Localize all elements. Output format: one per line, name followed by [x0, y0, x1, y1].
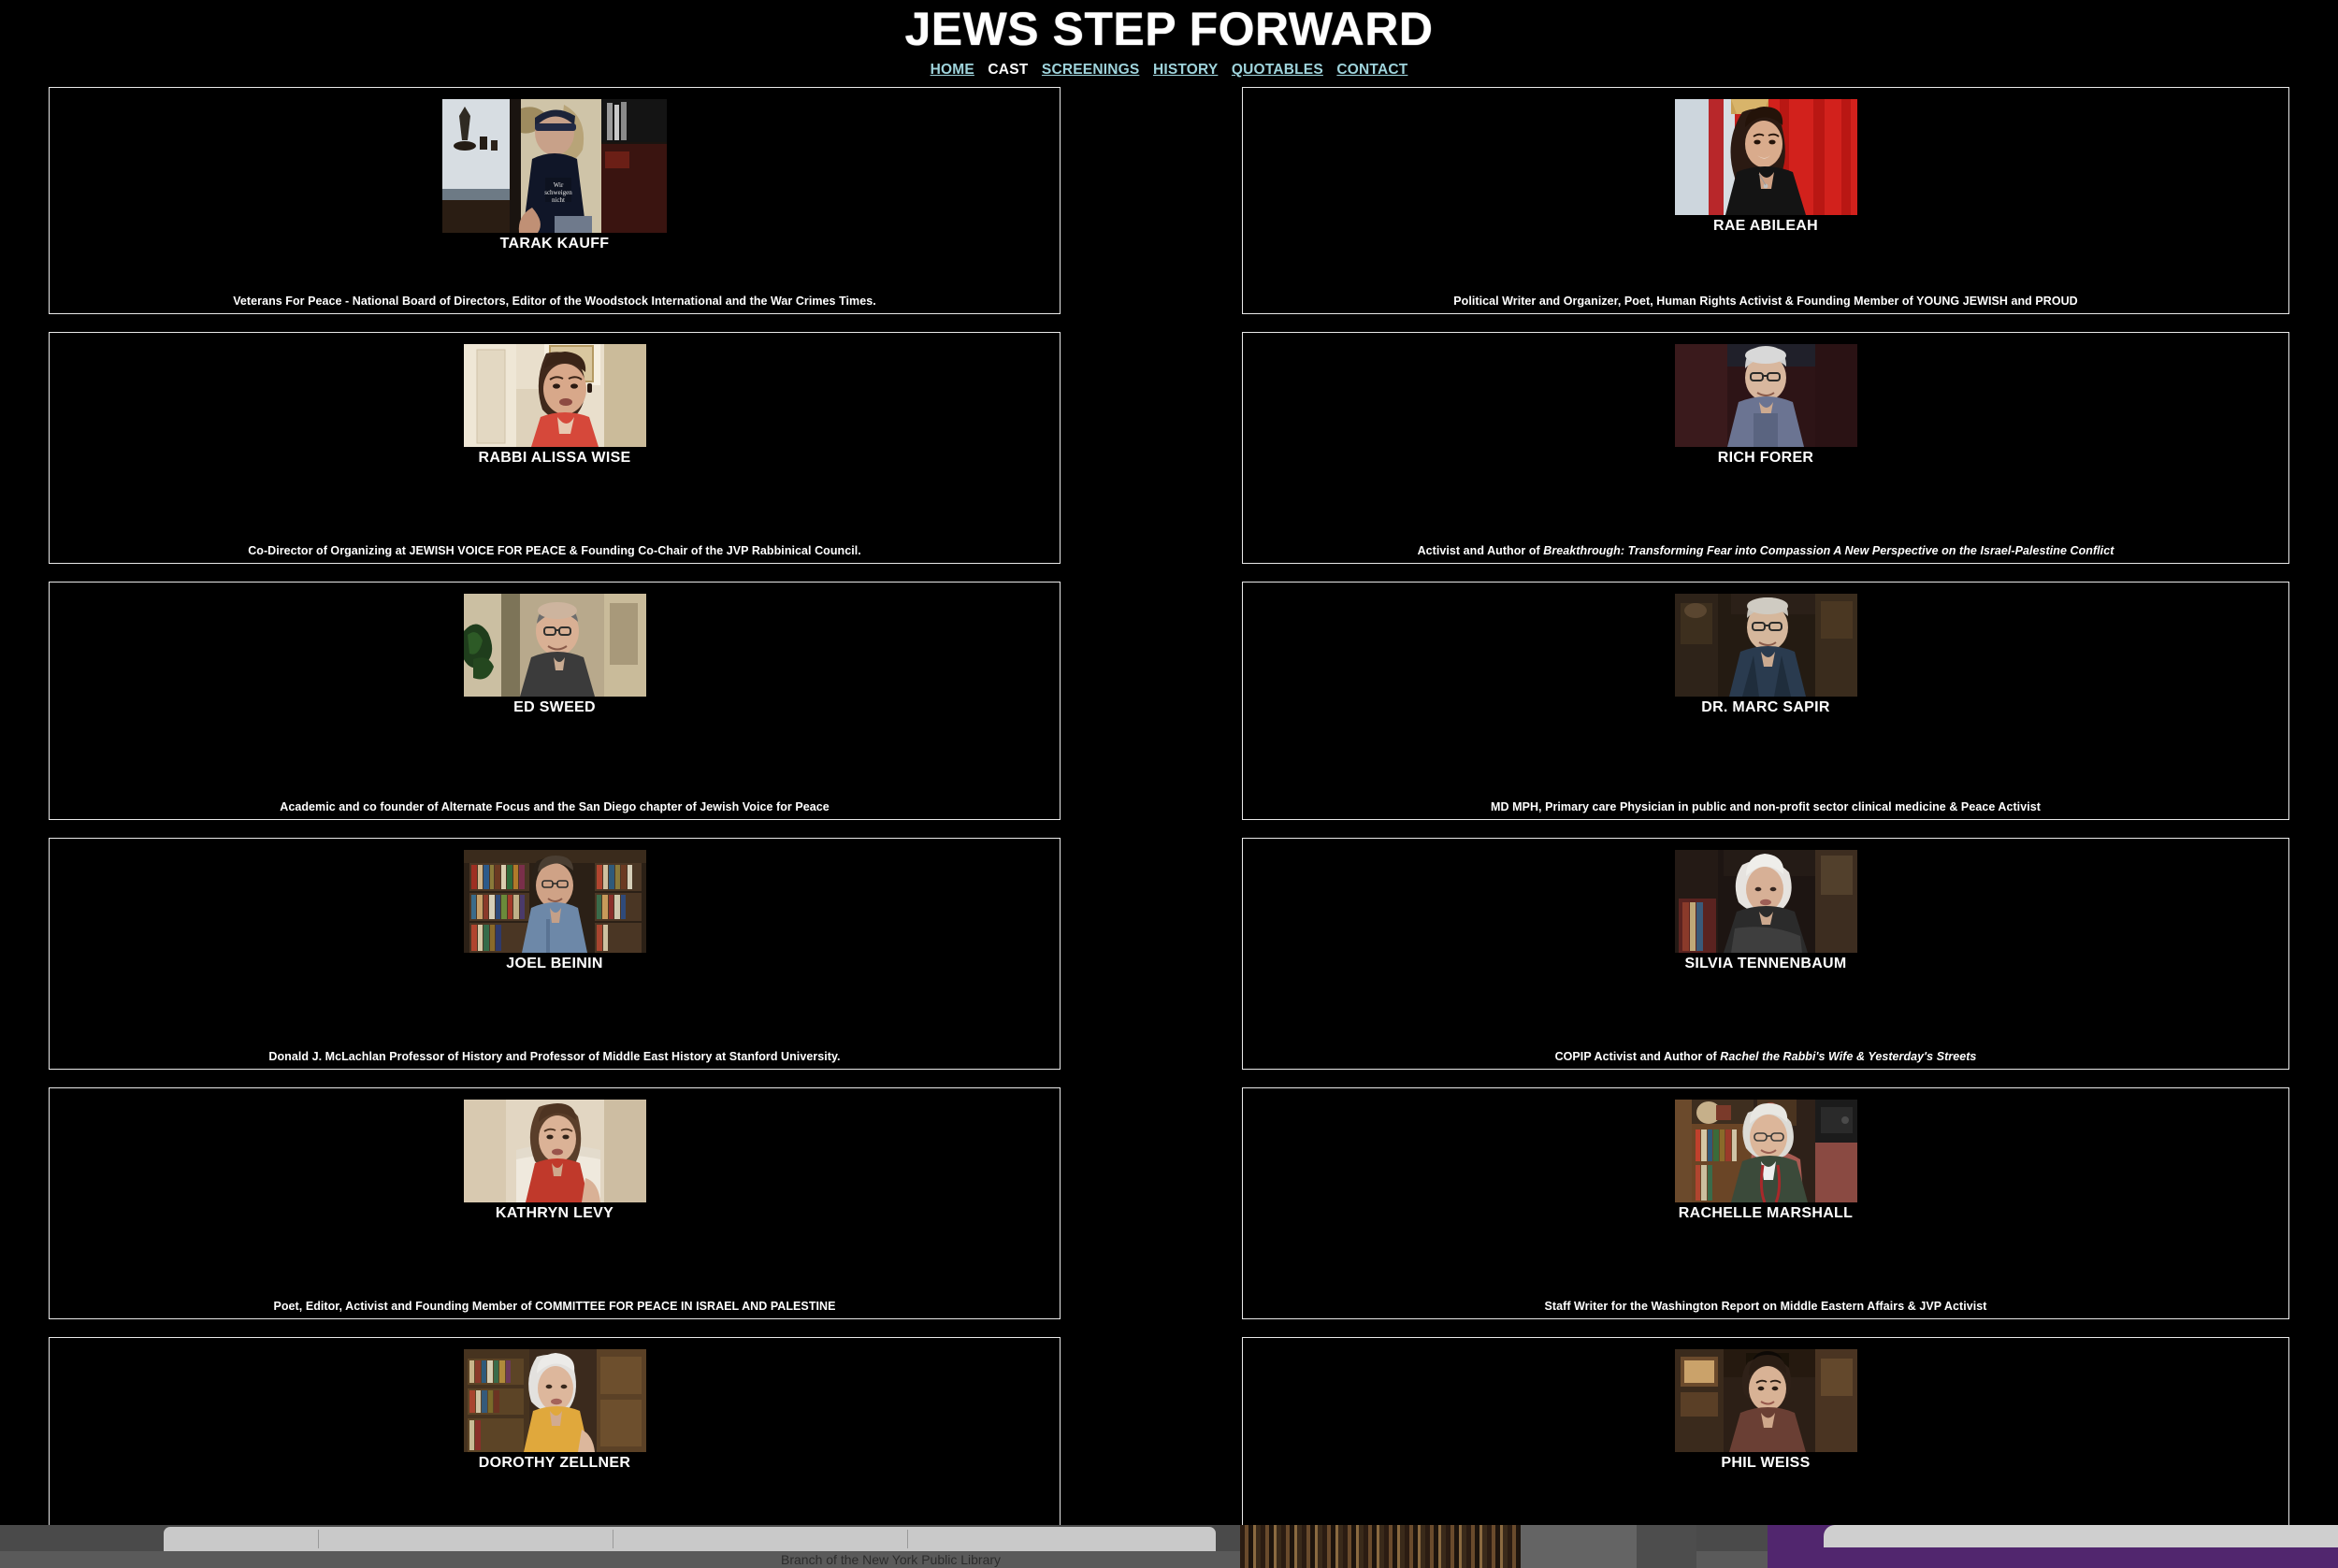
tab-divider: [907, 1530, 908, 1548]
cast-name: ED SWEED: [513, 699, 596, 715]
cast-bio: Donald J. McLachlan Professor of History…: [268, 1050, 841, 1064]
portrait-phil-weiss: [1674, 1349, 1857, 1452]
portrait-rich-forer: [1674, 344, 1857, 447]
portrait-image: [1674, 850, 1857, 953]
portrait-ed-sweed: [463, 594, 646, 697]
svg-text:Wir: Wir: [554, 181, 564, 189]
bio-text-pre: Activist and Author of: [1417, 544, 1544, 558]
cast-card[interactable]: RACHELLE MARSHALL Staff Writer for the W…: [1242, 1087, 2289, 1319]
portrait-tarak-kauff: Wir schweigen nicht: [442, 99, 667, 233]
tab-divider: [318, 1530, 319, 1548]
bio-text-italic: Rachel the Rabbi's Wife & Yesterday's St…: [1720, 1050, 1977, 1064]
cast-bio: Activist and Author of Breakthrough: Tra…: [1250, 544, 2281, 559]
portrait-image: [463, 1349, 646, 1452]
cast-name: SILVIA TENNENBAUM: [1684, 956, 1847, 971]
nav-item-home[interactable]: HOME: [931, 62, 974, 79]
cast-card[interactable]: JOEL BEININ Donald J. McLachlan Professo…: [49, 838, 1061, 1070]
cast-name: DOROTHY ZELLNER: [478, 1455, 631, 1471]
portrait-image: [1674, 1100, 1857, 1202]
portrait-image: [463, 850, 646, 953]
cast-bio: Staff Writer for the Washington Report o…: [1544, 1300, 1987, 1314]
cast-bio: Poet, Editor, Activist and Founding Memb…: [273, 1300, 836, 1314]
portrait-dr-marc-sapir: [1674, 594, 1857, 697]
portrait-rae-abileah: [1674, 99, 1857, 215]
main-navigation: HOME CAST SCREENINGS HISTORY QUOTABLES C…: [0, 56, 2338, 82]
portrait-rachelle-marshall: [1674, 1100, 1857, 1202]
cast-card[interactable]: ED SWEED Academic and co founder of Alte…: [49, 582, 1061, 820]
portrait-image: [1674, 1349, 1857, 1452]
page-root: JEWS STEP FORWARD HOME CAST SCREENINGS H…: [0, 0, 2338, 1568]
site-header: JEWS STEP FORWARD HOME CAST SCREENINGS H…: [0, 0, 2338, 82]
portrait-joel-beinin: [463, 850, 646, 953]
cast-name: JOEL BEININ: [506, 956, 603, 971]
cast-card[interactable]: RICH FORER Activist and Author of Breakt…: [1242, 332, 2289, 564]
cast-name: RAE ABILEAH: [1712, 218, 1819, 234]
portrait-image: [1674, 344, 1857, 447]
cast-name: DR. MARC SAPIR: [1701, 699, 1830, 715]
portrait-image: [1674, 99, 1857, 215]
background-page-text: Branch of the New York Public Library: [781, 1552, 1002, 1567]
cast-column-left: Wir schweigen nicht TARAK KAUFF Veterans…: [49, 87, 1061, 1568]
svg-text:schweigen: schweigen: [544, 189, 572, 196]
portrait-kathryn-levy: [463, 1100, 646, 1202]
nav-item-history[interactable]: HISTORY: [1153, 62, 1218, 79]
nav-item-screenings[interactable]: SCREENINGS: [1042, 62, 1140, 79]
portrait-image: Wir schweigen nicht: [442, 99, 667, 233]
cast-grid: Wir schweigen nicht TARAK KAUFF Veterans…: [0, 82, 2338, 1568]
portrait-silvia-tennenbaum: [1674, 850, 1857, 953]
portrait-image: [463, 1100, 646, 1202]
cast-card[interactable]: RABBI ALISSA WISE Co-Director of Organiz…: [49, 332, 1061, 564]
bio-text-italic: Breakthrough: Transforming Fear into Com…: [1543, 544, 2114, 558]
portrait-rabbi-alissa-wise: [463, 344, 646, 447]
portrait-image: [1674, 594, 1857, 697]
cast-column-right: RAE ABILEAH Political Writer and Organiz…: [1242, 87, 2289, 1568]
chrome-tab-strip[interactable]: [164, 1527, 1216, 1551]
nav-item-contact[interactable]: CONTACT: [1336, 62, 1407, 79]
cast-card[interactable]: DR. MARC SAPIR MD MPH, Primary care Phys…: [1242, 582, 2289, 820]
cast-name: PHIL WEISS: [1721, 1455, 1811, 1471]
portrait-image: [463, 594, 646, 697]
cast-bio: Academic and co founder of Alternate Foc…: [280, 800, 830, 814]
cast-bio: Political Writer and Organizer, Poet, Hu…: [1453, 295, 2078, 309]
cast-card[interactable]: SILVIA TENNENBAUM COPIP Activist and Aut…: [1242, 838, 2289, 1070]
page-title: JEWS STEP FORWARD: [904, 3, 1434, 55]
cast-bio: Veterans For Peace - National Board of D…: [233, 295, 876, 309]
cast-name: TARAK KAUFF: [499, 236, 610, 252]
portrait-image: [463, 344, 646, 447]
svg-text:nicht: nicht: [552, 196, 565, 204]
bio-text-pre: COPIP Activist and Author of: [1554, 1050, 1721, 1064]
background-purple-window-tab[interactable]: [1824, 1525, 2338, 1547]
nav-item-quotables[interactable]: QUOTABLES: [1232, 62, 1323, 79]
cast-bio: Co-Director of Organizing at JEWISH VOIC…: [248, 544, 861, 558]
cast-card[interactable]: KATHRYN LEVY Poet, Editor, Activist and …: [49, 1087, 1061, 1319]
cast-name: RACHELLE MARSHALL: [1678, 1205, 1854, 1221]
cast-name: KATHRYN LEVY: [495, 1205, 614, 1221]
background-bookshelf-image: [1240, 1525, 1521, 1568]
cast-name: RABBI ALISSA WISE: [478, 450, 631, 466]
cast-name: RICH FORER: [1717, 450, 1814, 466]
cast-card[interactable]: RAE ABILEAH Political Writer and Organiz…: [1242, 87, 2289, 314]
nav-item-cast[interactable]: CAST: [988, 62, 1028, 79]
portrait-dorothy-zellner: [463, 1349, 646, 1452]
cast-card[interactable]: Wir schweigen nicht TARAK KAUFF Veterans…: [49, 87, 1061, 314]
background-browser-window: Branch of the New York Public Library: [0, 1525, 2338, 1568]
background-panel: [1637, 1525, 1696, 1568]
cast-bio: COPIP Activist and Author of Rachel the …: [1250, 1050, 2281, 1065]
cast-bio: MD MPH, Primary care Physician in public…: [1491, 800, 2041, 814]
